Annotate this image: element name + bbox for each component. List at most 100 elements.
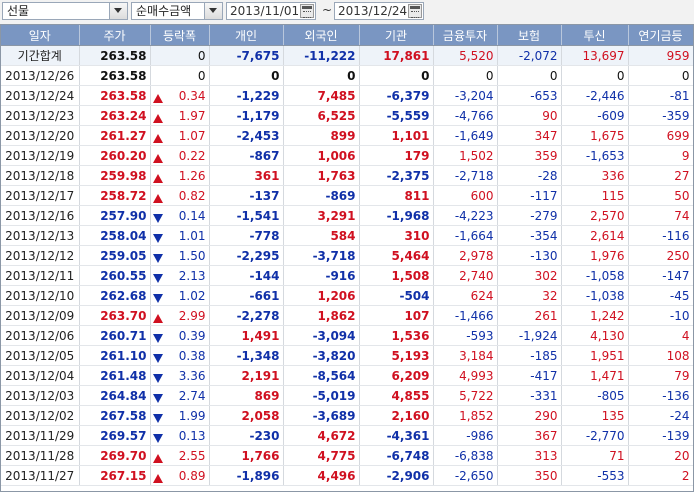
table-row[interactable]: 2013/11/29 269.57 0.13 -230 4,672 -4,361 -986 3… [1,425,693,446]
column-header-change[interactable]: 등락폭 [150,25,210,46]
table-row[interactable]: 2013/12/02 267.58 1.99 2,058 -3,689 2,160 1,85… [1,405,693,426]
table-row[interactable]: 2013/12/26 263.58 0 0 0 0 0 0 0 0 [1,65,693,86]
row-institution: -6,379 [359,85,434,106]
table-row[interactable]: 2013/12/12 259.05 1.50 -2,295 -3,718 5,464 2,9… [1,245,693,266]
row-date: 2013/12/06 [1,325,80,346]
row-trust: -609 [561,105,629,126]
row-institution: -5,559 [359,105,434,126]
row-insurance: 359 [497,145,562,166]
calendar-icon[interactable] [300,4,314,18]
table-row[interactable]: 2013/12/13 258.04 1.01 -778 584 310 -1,664 -354… [1,225,693,246]
row-foreign: -5,019 [283,385,360,406]
total-trust: 13,697 [561,45,629,66]
row-institution: 179 [359,145,434,166]
up-triangle-icon [152,473,163,483]
type-select-dropdown-button[interactable] [204,3,222,19]
total-institution: 17,861 [359,45,434,66]
row-foreign: 584 [283,225,360,246]
row-insurance: 32 [497,285,562,306]
row-price: 262.68 [79,285,151,306]
row-pension: -139 [628,425,693,446]
row-change-value: 3.36 [178,368,206,383]
row-individual: -137 [209,185,284,206]
column-header-foreign[interactable]: 외국인 [283,25,360,46]
row-insurance: 347 [497,125,562,146]
row-pension: -116 [628,225,693,246]
column-header-institution[interactable]: 기관 [359,25,434,46]
calendar-icon[interactable] [408,4,422,18]
row-institution: 5,193 [359,345,434,366]
total-individual: -7,675 [209,45,284,66]
column-header-insurance[interactable]: 보험 [497,25,562,46]
column-header-financial-investment[interactable]: 금융투자 [433,25,498,46]
table-header-row: 일자 주가 등락폭 개인 외국인 기관 금융투자 보험 투신 연기금등 [1,25,693,46]
up-triangle-icon [152,153,163,163]
table-row[interactable]: 2013/12/20 261.27 1.07 -2,453 899 1,101 -1,649… [1,125,693,146]
table-row[interactable]: 2013/12/19 260.20 0.22 -867 1,006 179 1,502 359… [1,145,693,166]
up-triangle-icon [152,173,163,183]
row-change: 3.36 [150,365,210,386]
row-individual: -230 [209,425,284,446]
row-date: 2013/12/23 [1,105,80,126]
table-row[interactable]: 2013/12/05 261.10 0.38 -1,348 -3,820 5,193 3,1… [1,345,693,366]
row-price: 258.04 [79,225,151,246]
table-row[interactable]: 2013/11/28 269.70 2.55 1,766 4,775 -6,748 -6,8… [1,445,693,466]
row-date: 2013/12/19 [1,145,80,166]
row-institution: -504 [359,285,434,306]
market-select-dropdown-button[interactable] [109,3,127,19]
date-to-input[interactable]: 2013/12/24 [334,2,424,20]
date-range-separator: ~ [322,3,333,17]
row-change: 1.01 [150,225,210,246]
down-triangle-icon [152,213,163,223]
row-foreign: 1,862 [283,305,360,326]
column-header-individual[interactable]: 개인 [209,25,284,46]
table-row[interactable]: 2013/12/04 261.48 3.36 2,191 -8,564 6,209 4,99… [1,365,693,386]
column-header-price[interactable]: 주가 [79,25,151,46]
table-row[interactable]: 2013/12/23 263.24 1.97 -1,179 6,525 -5,559 -4,… [1,105,693,126]
table-row[interactable]: 2013/12/11 260.55 2.13 -144 -916 1,508 2,740 30… [1,265,693,286]
row-individual: -1,229 [209,85,284,106]
row-change-value: 0.14 [178,208,206,223]
table-row[interactable]: 2013/12/09 263.70 2.99 -2,278 1,862 107 -1,466… [1,305,693,326]
row-financial-investment: 5,722 [433,385,498,406]
row-pension: 20 [628,445,693,466]
market-select[interactable]: 선물 [2,2,128,20]
row-change: 1.26 [150,165,210,186]
table-row[interactable]: 2013/12/03 264.84 2.74 869 -5,019 4,855 5,722-… [1,385,693,406]
row-trust: -1,038 [561,285,629,306]
up-triangle-icon [152,93,163,103]
row-change-value: 0 [197,68,206,83]
column-header-trust[interactable]: 투신 [561,25,629,46]
date-from-input[interactable]: 2013/11/01 [226,2,316,20]
row-financial-investment: -4,223 [433,205,498,226]
row-individual: -1,179 [209,105,284,126]
row-institution: 6,209 [359,365,434,386]
row-change-value: 0.82 [178,188,206,203]
table-row[interactable]: 2013/12/18 259.98 1.26 361 1,763 -2,375 -2,718… [1,165,693,186]
row-individual: 869 [209,385,284,406]
row-foreign: 899 [283,125,360,146]
row-trust: -553 [561,465,629,486]
table-row[interactable]: 2013/12/17 258.72 0.82 -137 -869 811 600 -117 11… [1,185,693,206]
row-date: 2013/12/18 [1,165,80,186]
total-price: 263.58 [79,45,151,66]
table-row[interactable]: 2013/12/16 257.90 0.14 -1,541 3,291 -1,968 -4,… [1,205,693,226]
row-financial-investment: 1,502 [433,145,498,166]
table-row[interactable]: 2013/12/10 262.68 1.02 -661 1,206 -504 624 32 -1… [1,285,693,306]
chevron-down-icon [209,8,217,13]
table-row[interactable]: 2013/12/06 260.71 0.39 1,491 -3,094 1,536 -593… [1,325,693,346]
investor-trading-grid[interactable]: 일자 주가 등락폭 개인 외국인 기관 금융투자 보험 투신 연기금등 기간합계… [0,24,694,492]
row-foreign: -3,689 [283,405,360,426]
type-select[interactable]: 순매수금액 [131,2,223,20]
row-date: 2013/12/02 [1,405,80,426]
total-row[interactable]: 기간합계 263.58 0 -7,675 -11,222 17,861 5,52… [1,45,693,66]
row-foreign: -916 [283,265,360,286]
row-insurance: 350 [497,465,562,486]
row-individual: 0 [209,65,284,86]
row-price: 269.57 [79,425,151,446]
table-row[interactable]: 2013/11/27 267.15 0.89 -1,896 4,496 -2,906 -2,… [1,465,693,486]
table-row[interactable]: 2013/12/24 263.58 0.34 -1,229 7,485 -6,379 -3,… [1,85,693,106]
row-individual: 1,766 [209,445,284,466]
column-header-pension[interactable]: 연기금등 [628,25,693,46]
column-header-date[interactable]: 일자 [1,25,80,46]
